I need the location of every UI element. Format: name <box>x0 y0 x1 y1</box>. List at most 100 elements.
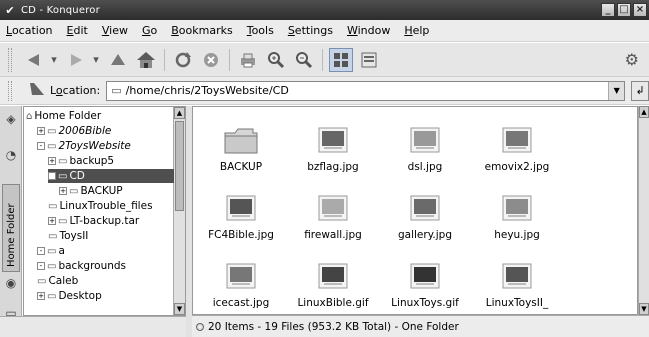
expand-icon[interactable]: + <box>37 292 45 300</box>
menu-tools[interactable]: Tools <box>247 24 274 37</box>
files-scroll-up[interactable]: ▲ <box>639 106 649 118</box>
file-item[interactable]: emovix2.jpg <box>471 113 563 179</box>
tree-item-label: CD <box>69 170 85 182</box>
file-item[interactable]: LinuxBible.gif <box>287 249 379 314</box>
expand-icon[interactable]: + <box>48 157 56 165</box>
view-link-indicator-icon[interactable] <box>196 322 204 331</box>
forward-history-arrow[interactable]: ▾ <box>88 48 104 72</box>
tree-item-label: BACKUP <box>80 185 123 197</box>
menu-bookmarks[interactable]: Bookmarks <box>171 24 232 37</box>
window-controls: _ □ × <box>601 3 647 17</box>
icon-view-button[interactable] <box>329 47 353 72</box>
list-view-button[interactable] <box>357 48 381 72</box>
file-item[interactable]: bzflag.jpg <box>287 113 379 179</box>
tree-item[interactable]: ▭ LinuxTrouble_files <box>48 199 153 213</box>
expand-icon[interactable]: + <box>37 127 45 135</box>
location-input[interactable]: ▭ /home/chris/2ToysWebsite/CD ▼ <box>106 80 626 101</box>
go-button[interactable]: ↲ <box>631 80 649 101</box>
stop-icon[interactable] <box>199 48 223 72</box>
home-folder-tab[interactable]: Home Folder <box>2 184 20 272</box>
tree-item-label: backup5 <box>69 155 115 167</box>
back-history-arrow[interactable]: ▾ <box>46 48 62 72</box>
menu-location[interactable]: Location <box>6 24 53 37</box>
tree-item-label: 2ToysWebsite <box>58 140 131 152</box>
folder-icon: ▭ <box>48 200 58 212</box>
folder-icon <box>223 125 259 155</box>
up-button[interactable] <box>106 48 130 72</box>
menu-view[interactable]: View <box>102 24 128 37</box>
network-tab-icon[interactable]: ◉ <box>2 274 20 292</box>
tree-scroll-up[interactable]: ▲ <box>174 107 185 119</box>
menu-go[interactable]: Go <box>142 24 157 37</box>
tree-item[interactable]: ▭ Caleb <box>37 274 78 288</box>
file-item[interactable]: FC4Bible.jpg <box>195 181 287 247</box>
image-thumb-icon <box>223 193 259 223</box>
collapse-icon[interactable]: - <box>48 172 56 180</box>
maximize-button[interactable]: □ <box>617 3 631 17</box>
close-button[interactable]: × <box>633 3 647 17</box>
file-name: LinuxToys.gif <box>391 297 459 309</box>
file-item[interactable]: LinuxToysII_ <box>471 249 563 314</box>
folder-icon: ▭ <box>47 260 57 272</box>
toolbar-grip[interactable] <box>8 47 12 72</box>
tree-scrollbar[interactable]: ▲ ▼ <box>173 107 185 315</box>
file-name: gallery.jpg <box>397 229 452 241</box>
file-item[interactable]: LinuxToys.gif <box>379 249 471 314</box>
tree-item[interactable]: - ▭ backgrounds <box>37 259 126 273</box>
file-name: icecast.jpg <box>212 297 270 309</box>
image-thumb-icon <box>499 261 535 291</box>
files-scrollbar[interactable]: ▲ ▼ <box>638 106 649 315</box>
tree-item[interactable]: - ▭ a <box>37 244 65 258</box>
file-icon-view[interactable]: BACKUP bzflag.jpg dsl.jpg emovix2.jpg FC4Bib… <box>192 106 638 315</box>
folder-icon: ▭ <box>58 215 68 227</box>
zoom-in-icon[interactable] <box>264 48 288 72</box>
location-dropdown-arrow[interactable]: ▼ <box>608 81 625 100</box>
menu-edit[interactable]: Edit <box>67 24 88 37</box>
file-item[interactable]: icecast.jpg <box>195 249 287 314</box>
home-button[interactable] <box>134 48 158 72</box>
collapse-icon[interactable]: - <box>37 142 45 150</box>
file-item[interactable]: BACKUP <box>195 113 287 179</box>
tree-item-label: Home Folder <box>34 110 102 122</box>
tree-item[interactable]: + ▭ backup5 <box>48 154 114 168</box>
locationbar-grip[interactable] <box>8 80 12 101</box>
back-button[interactable] <box>22 48 46 72</box>
menu-settings[interactable]: Settings <box>288 24 333 37</box>
menu-help[interactable]: Help <box>404 24 429 37</box>
tree-item[interactable]: + ▭ BACKUP <box>59 184 123 198</box>
tree-item[interactable]: + ▭ LT-backup.tar <box>48 214 139 228</box>
tree-item-label: LT-backup.tar <box>69 215 140 227</box>
zoom-out-icon[interactable] <box>292 48 316 72</box>
clear-location-icon[interactable] <box>28 81 46 101</box>
tree-item[interactable]: + ▭ Desktop <box>37 289 102 303</box>
file-item[interactable]: firewall.jpg <box>287 181 379 247</box>
tree-item[interactable]: - ▭ CD <box>48 169 174 183</box>
minimize-button[interactable]: _ <box>601 3 615 17</box>
collapse-icon[interactable]: - <box>37 262 45 270</box>
folder-tree[interactable]: ▲ ▼ ⌂ Home Folder + ▭ 2006Bible - ▭ 2ToysWebsit… <box>23 106 186 316</box>
location-bar: Location: ▭ /home/chris/2ToysWebsite/CD … <box>0 77 649 105</box>
tree-item[interactable]: ▭ ToysII <box>48 229 88 243</box>
file-item[interactable]: dsl.jpg <box>379 113 471 179</box>
tree-item-label: 2006Bible <box>58 125 112 137</box>
expand-icon[interactable]: + <box>59 187 67 195</box>
menu-window[interactable]: Window <box>347 24 390 37</box>
window-menu-icon[interactable]: ✔ <box>3 3 17 17</box>
bookmarks-tab-icon[interactable]: ◈ <box>2 110 20 128</box>
tree-scroll-down[interactable]: ▼ <box>174 303 185 315</box>
file-item[interactable]: gallery.jpg <box>379 181 471 247</box>
print-icon[interactable] <box>236 48 260 72</box>
tree-item[interactable]: + ▭ 2006Bible <box>37 124 111 138</box>
file-item[interactable]: heyu.jpg <box>471 181 563 247</box>
image-thumb-icon <box>407 193 443 223</box>
tree-item[interactable]: ⌂ Home Folder <box>26 109 101 123</box>
reload-icon[interactable] <box>171 48 195 72</box>
collapse-icon[interactable]: - <box>37 247 45 255</box>
tree-item[interactable]: - ▭ 2ToysWebsite <box>37 139 131 153</box>
history-tab-icon[interactable]: ◔ <box>2 146 20 164</box>
sidebar-tab-strip: ◈ ◔ Home Folder ◉ ▭ <box>0 106 22 337</box>
files-scroll-down[interactable]: ▼ <box>639 303 649 315</box>
tree-scroll-thumb[interactable] <box>175 121 184 211</box>
forward-button[interactable] <box>64 48 88 72</box>
expand-icon[interactable]: + <box>48 217 56 225</box>
